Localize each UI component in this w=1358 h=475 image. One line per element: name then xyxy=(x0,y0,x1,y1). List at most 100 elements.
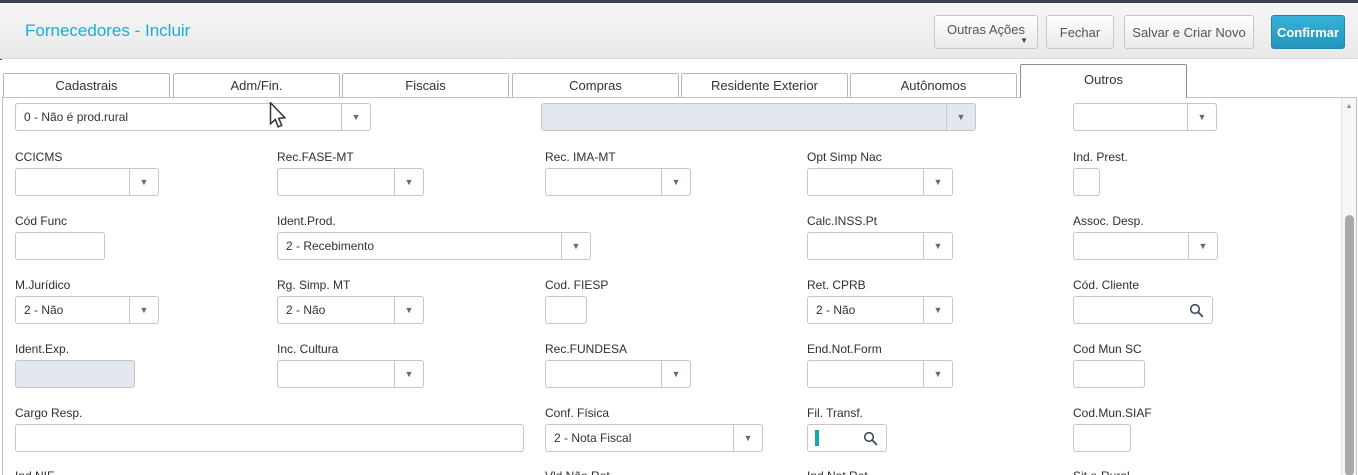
clipped-next-row-label: Ind.NIF xyxy=(15,469,54,475)
vertical-scrollbar[interactable]: ▲ xyxy=(1341,98,1356,475)
search-icon[interactable] xyxy=(863,431,878,446)
dropdown-arrow-icon: ▼ xyxy=(1020,36,1028,45)
fil-transf-lookup-input[interactable] xyxy=(807,424,887,452)
dropdown-arrow-icon[interactable]: ▼ xyxy=(661,361,690,387)
top-right-select[interactable]: ▼ xyxy=(1073,103,1217,131)
cod-mun-sc-input[interactable] xyxy=(1073,360,1145,388)
tab-fiscais[interactable]: Fiscais xyxy=(342,73,509,98)
dropdown-arrow-icon[interactable]: ▼ xyxy=(1188,233,1217,259)
tab-residente-exterior[interactable]: Residente Exterior xyxy=(681,73,848,98)
tab-adm-fin[interactable]: Adm/Fin. xyxy=(173,73,340,98)
tab-compras[interactable]: Compras xyxy=(512,73,679,98)
dropdown-arrow-icon[interactable]: ▼ xyxy=(923,233,952,259)
confirmar-button[interactable]: Confirmar xyxy=(1271,15,1345,49)
cod-fiesp-input[interactable] xyxy=(545,296,587,324)
ident-exp-input xyxy=(15,360,135,388)
field-cod-func: Cód Func xyxy=(15,214,105,260)
dropdown-arrow-icon[interactable]: ▼ xyxy=(561,233,590,259)
field-rec-fase-mt: Rec.FASE-MT ▼ xyxy=(277,150,424,196)
inc-cultura-select[interactable]: ▼ xyxy=(277,360,424,388)
field-label: Rec.FASE-MT xyxy=(277,150,424,163)
field-conf-fisica: Conf. Física 2 - Nota Fiscal ▼ xyxy=(545,406,763,452)
tab-cadastrais[interactable]: Cadastrais xyxy=(3,73,170,98)
field-assoc-desp: Assoc. Desp. ▼ xyxy=(1073,214,1218,260)
field-fil-transf: Fil. Transf. xyxy=(807,406,887,452)
scrollbar-thumb[interactable] xyxy=(1345,215,1354,475)
ret-cprb-select[interactable]: 2 - Não ▼ xyxy=(807,296,953,324)
field-top-right-combo: ▼ xyxy=(1073,103,1217,131)
field-ret-cprb: Ret. CPRB 2 - Não ▼ xyxy=(807,278,953,324)
field-label: Calc.INSS.Pt xyxy=(807,214,953,227)
rg-simp-mt-select[interactable]: 2 - Não ▼ xyxy=(277,296,424,324)
rec-fase-mt-select[interactable]: ▼ xyxy=(277,168,424,196)
field-ccicms: CCICMS ▼ xyxy=(15,150,159,196)
dropdown-arrow-icon[interactable]: ▼ xyxy=(341,104,370,130)
dropdown-arrow-icon[interactable]: ▼ xyxy=(129,169,158,195)
cod-func-input[interactable] xyxy=(15,232,105,260)
field-label: Cargo Resp. xyxy=(15,406,524,419)
cod-mun-siaf-input[interactable] xyxy=(1073,424,1131,452)
field-label: End.Not.Form xyxy=(807,342,953,355)
field-inc-cultura: Inc. Cultura ▼ xyxy=(277,342,424,388)
dropdown-arrow-icon[interactable]: ▼ xyxy=(923,361,952,387)
search-icon[interactable] xyxy=(1189,303,1204,318)
dropdown-arrow-icon[interactable]: ▼ xyxy=(394,297,423,323)
dropdown-arrow-icon[interactable]: ▼ xyxy=(129,297,158,323)
field-label: Inc. Cultura xyxy=(277,342,424,355)
disabled-select: ▼ xyxy=(541,103,976,131)
conf-fisica-select[interactable]: 2 - Nota Fiscal ▼ xyxy=(545,424,763,452)
dropdown-arrow-icon[interactable]: ▼ xyxy=(394,361,423,387)
ind-prest-input[interactable] xyxy=(1073,168,1100,196)
field-label: Cód Func xyxy=(15,214,105,227)
confirmar-label: Confirmar xyxy=(1277,25,1339,40)
field-label: M.Jurídico xyxy=(15,278,159,291)
field-m-juridico: M.Jurídico 2 - Não ▼ xyxy=(15,278,159,324)
scroll-up-arrow-icon[interactable]: ▲ xyxy=(1342,98,1356,114)
field-prod-rural: 0 - Não é prod.rural ▼ xyxy=(15,103,371,131)
dropdown-arrow-icon: ▼ xyxy=(946,104,975,130)
field-cod-fiesp: Cod. FIESP xyxy=(545,278,608,324)
ccicms-select[interactable]: ▼ xyxy=(15,168,159,196)
assoc-desp-select[interactable]: ▼ xyxy=(1073,232,1218,260)
clipped-next-row-label: Vld.Não Ret. xyxy=(545,469,613,475)
outras-acoes-button[interactable]: Outras Ações ▼ xyxy=(934,15,1038,49)
dropdown-arrow-icon[interactable]: ▼ xyxy=(923,297,952,323)
dropdown-arrow-icon[interactable]: ▼ xyxy=(1187,104,1216,130)
dropdown-arrow-icon[interactable]: ▼ xyxy=(394,169,423,195)
header-bar: Fornecedores - Incluir Outras Ações ▼ Fe… xyxy=(0,3,1358,59)
rec-ima-mt-select[interactable]: ▼ xyxy=(545,168,691,196)
field-cod-cliente: Cód. Cliente xyxy=(1073,278,1213,324)
field-label: Opt Simp Nac xyxy=(807,150,953,163)
field-label: Rec.FUNDESA xyxy=(545,342,691,355)
mouse-cursor xyxy=(269,102,287,129)
tab-autonomos[interactable]: Autônomos xyxy=(850,73,1017,98)
field-ind-prest: Ind. Prest. xyxy=(1073,150,1128,196)
field-label: Ident.Exp. xyxy=(15,342,135,355)
dropdown-arrow-icon[interactable]: ▼ xyxy=(733,425,762,451)
field-cargo-resp: Cargo Resp. xyxy=(15,406,524,452)
field-label: Ind. Prest. xyxy=(1073,150,1128,163)
m-juridico-select[interactable]: 2 - Não ▼ xyxy=(15,296,159,324)
cargo-resp-input[interactable] xyxy=(15,424,524,452)
calc-inss-pt-select[interactable]: ▼ xyxy=(807,232,953,260)
end-not-form-select[interactable]: ▼ xyxy=(807,360,953,388)
ident-prod-select[interactable]: 2 - Recebimento ▼ xyxy=(277,232,591,260)
field-label: Cod.Mun.SIAF xyxy=(1073,406,1152,419)
field-label: Cód. Cliente xyxy=(1073,278,1213,291)
outras-acoes-label: Outras Ações xyxy=(947,22,1025,37)
fechar-button[interactable]: Fechar xyxy=(1046,15,1114,49)
field-label: Assoc. Desp. xyxy=(1073,214,1218,227)
dropdown-arrow-icon[interactable]: ▼ xyxy=(661,169,690,195)
rec-fundesa-select[interactable]: ▼ xyxy=(545,360,691,388)
opt-simp-nac-select[interactable]: ▼ xyxy=(807,168,953,196)
prod-rural-select[interactable]: 0 - Não é prod.rural ▼ xyxy=(15,103,371,131)
dropdown-arrow-icon[interactable]: ▼ xyxy=(923,169,952,195)
field-calc-inss-pt: Calc.INSS.Pt ▼ xyxy=(807,214,953,260)
field-rec-ima-mt: Rec. IMA-MT ▼ xyxy=(545,150,691,196)
cod-cliente-lookup-input[interactable] xyxy=(1073,296,1213,324)
field-rg-simp-mt: Rg. Simp. MT 2 - Não ▼ xyxy=(277,278,424,324)
tab-outros-active[interactable]: Outros xyxy=(1020,64,1187,98)
salvar-e-criar-novo-button[interactable]: Salvar e Criar Novo xyxy=(1124,15,1254,49)
salvar-label: Salvar e Criar Novo xyxy=(1132,25,1245,40)
field-label: Fil. Transf. xyxy=(807,406,887,419)
